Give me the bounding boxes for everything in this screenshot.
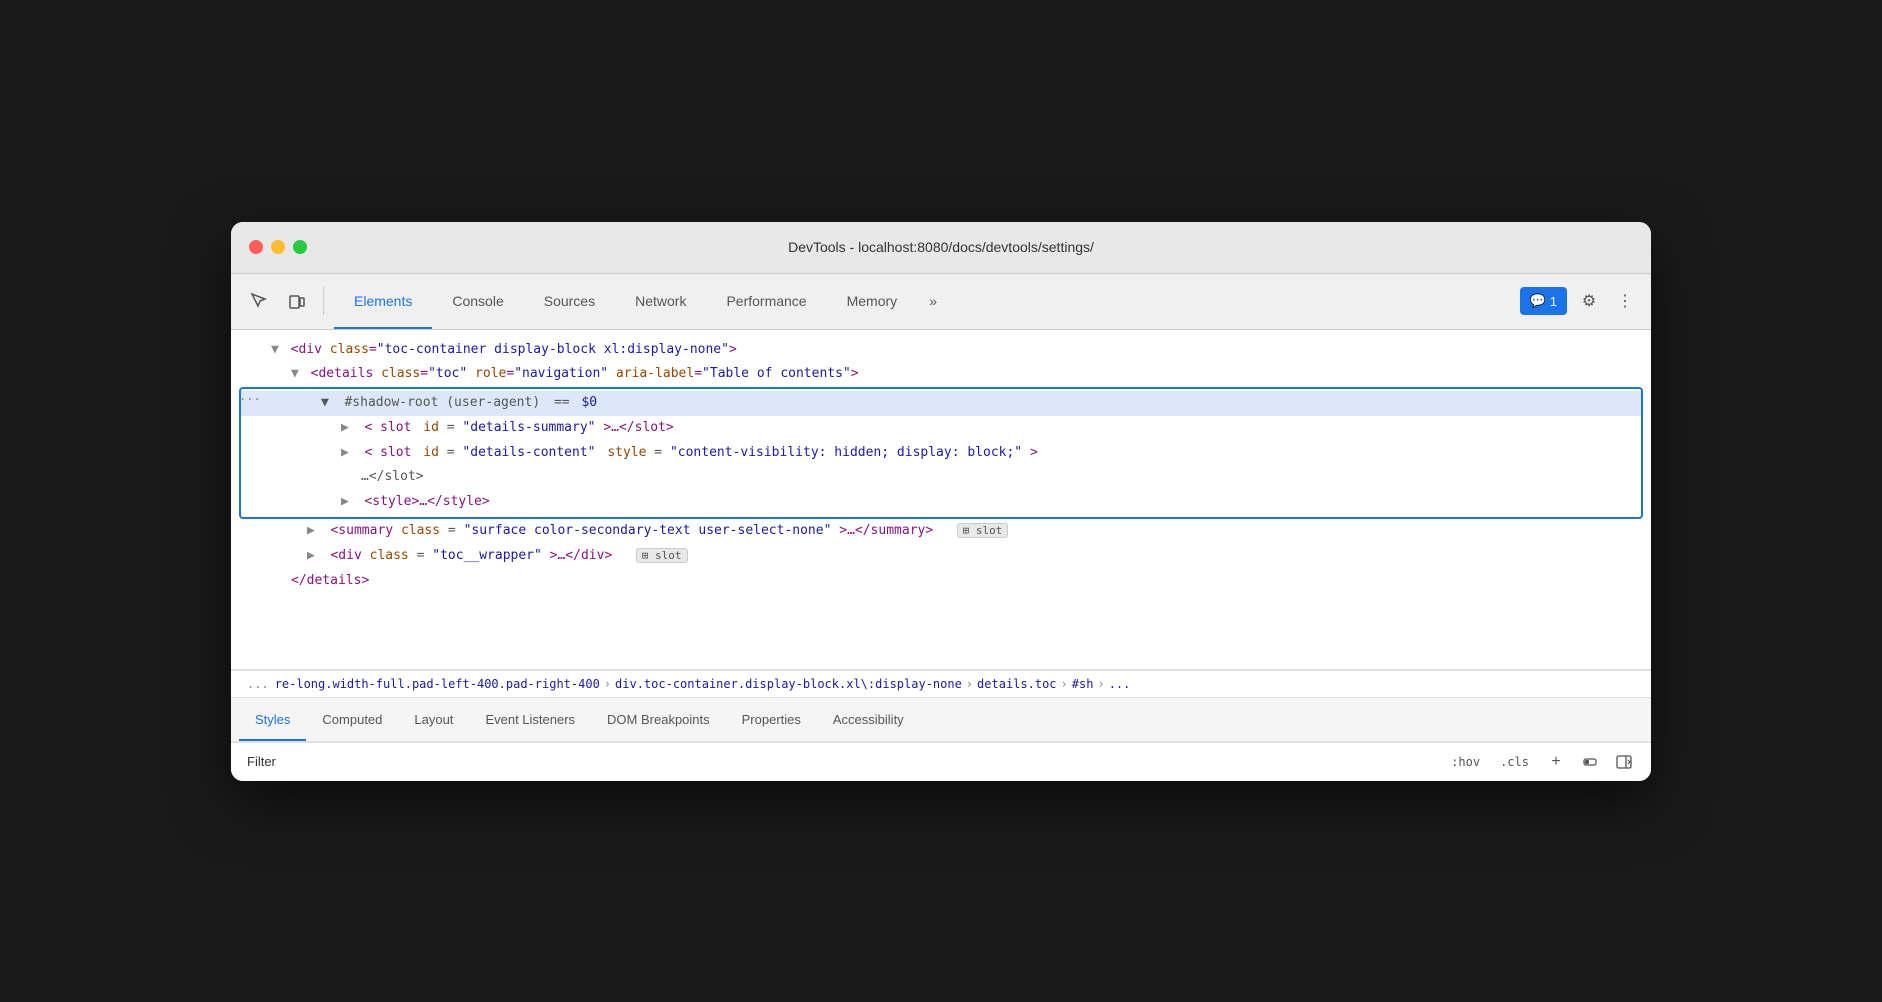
tab-elements[interactable]: Elements: [334, 274, 432, 329]
slot-badge-2: ⊞ slot: [636, 548, 688, 563]
triangle-icon: ▼: [291, 366, 299, 381]
shadow-root-container: ... ▼ #shadow-root (user-agent) == $0 ▶ …: [231, 387, 1651, 519]
tab-layout[interactable]: Layout: [398, 698, 469, 741]
tab-dom-breakpoints[interactable]: DOM Breakpoints: [591, 698, 726, 741]
tab-sources[interactable]: Sources: [524, 274, 615, 329]
maximize-button[interactable]: [293, 240, 307, 254]
slot-details-content-line[interactable]: ▶ < slot id = "details-content" style = …: [241, 441, 1641, 466]
tab-properties[interactable]: Properties: [726, 698, 817, 741]
main-tab-list: Elements Console Sources Network Perform…: [334, 274, 1514, 329]
breadcrumb-bar: ... re-long.width-full.pad-left-400.pad-…: [231, 670, 1651, 698]
devtools-window: DevTools - localhost:8080/docs/devtools/…: [231, 222, 1651, 781]
tab-network[interactable]: Network: [615, 274, 706, 329]
tab-styles[interactable]: Styles: [239, 698, 306, 741]
breadcrumb-item-1[interactable]: re-long.width-full.pad-left-400.pad-righ…: [275, 677, 600, 691]
dom-tree: ▼ <div class="toc-container display-bloc…: [231, 330, 1651, 670]
close-button[interactable]: [249, 240, 263, 254]
toolbar-right: 💬 1 ⚙ ⋮: [1520, 287, 1639, 315]
filter-actions: :hov .cls +: [1447, 751, 1635, 773]
bottom-tab-list: Styles Computed Layout Event Listeners D…: [231, 698, 1651, 742]
toggle-element-state-button[interactable]: [1579, 751, 1601, 773]
dom-line-toc-container[interactable]: ▼ <div class="toc-container display-bloc…: [231, 338, 1651, 363]
breadcrumb-item-2[interactable]: div.toc-container.display-block.xl\:disp…: [615, 677, 962, 691]
triangle-icon: ▼: [271, 342, 279, 357]
filter-label: Filter: [247, 754, 276, 769]
slot-details-content-end: …</slot>: [241, 465, 1641, 490]
settings-button[interactable]: ⚙: [1575, 287, 1603, 315]
filter-input[interactable]: [766, 754, 966, 769]
sidebar-toggle-button[interactable]: [1613, 751, 1635, 773]
shadow-root-line[interactable]: ▼ #shadow-root (user-agent) == $0: [241, 391, 1641, 416]
breadcrumb-item-more[interactable]: ...: [1109, 677, 1131, 691]
tab-performance[interactable]: Performance: [706, 274, 826, 329]
notification-button[interactable]: 💬 1: [1520, 287, 1567, 315]
filter-bar: Filter :hov .cls +: [231, 742, 1651, 781]
tab-event-listeners[interactable]: Event Listeners: [469, 698, 591, 741]
tab-memory[interactable]: Memory: [827, 274, 918, 329]
more-options-button[interactable]: ⋮: [1611, 287, 1639, 315]
toolbar: Elements Console Sources Network Perform…: [231, 274, 1651, 330]
style-tag-line[interactable]: ▶ <style>…</style>: [241, 490, 1641, 515]
minimize-button[interactable]: [271, 240, 285, 254]
toolbar-divider: [323, 287, 324, 315]
slot-badge-1: ⊞ slot: [957, 523, 1009, 538]
cls-button[interactable]: .cls: [1496, 753, 1533, 771]
device-toggle-button[interactable]: [281, 285, 313, 317]
tab-computed[interactable]: Computed: [306, 698, 398, 741]
tab-accessibility[interactable]: Accessibility: [817, 698, 920, 741]
dom-line-toc-wrapper[interactable]: ▶ <div class = "toc__wrapper" >…</div> ⊞…: [231, 544, 1651, 569]
breadcrumb-dots: ...: [247, 677, 269, 691]
window-title: DevTools - localhost:8080/docs/devtools/…: [788, 239, 1094, 255]
add-style-rule-button[interactable]: +: [1545, 751, 1567, 773]
more-tabs-button[interactable]: »: [917, 285, 949, 317]
inspect-element-button[interactable]: [243, 285, 275, 317]
shadow-root-block: ▼ #shadow-root (user-agent) == $0 ▶ < sl…: [239, 387, 1643, 519]
notification-count: 1: [1550, 294, 1557, 309]
notification-icon: 💬: [1530, 293, 1546, 309]
tab-console[interactable]: Console: [432, 274, 523, 329]
dots-indicator: ...: [239, 387, 261, 406]
dom-line-details-close: </details>: [231, 569, 1651, 594]
traffic-lights: [249, 240, 307, 254]
dom-line-summary[interactable]: ▶ <summary class = "surface color-second…: [231, 519, 1651, 544]
breadcrumb-item-4[interactable]: #sh: [1072, 677, 1094, 691]
slot-details-summary-line[interactable]: ▶ < slot id = "details-summary" >…</slot…: [241, 416, 1641, 441]
hov-button[interactable]: :hov: [1447, 753, 1484, 771]
dom-line-details[interactable]: ▼ <details class="toc" role="navigation"…: [231, 362, 1651, 387]
breadcrumb-item-3[interactable]: details.toc: [977, 677, 1056, 691]
titlebar: DevTools - localhost:8080/docs/devtools/…: [231, 222, 1651, 274]
